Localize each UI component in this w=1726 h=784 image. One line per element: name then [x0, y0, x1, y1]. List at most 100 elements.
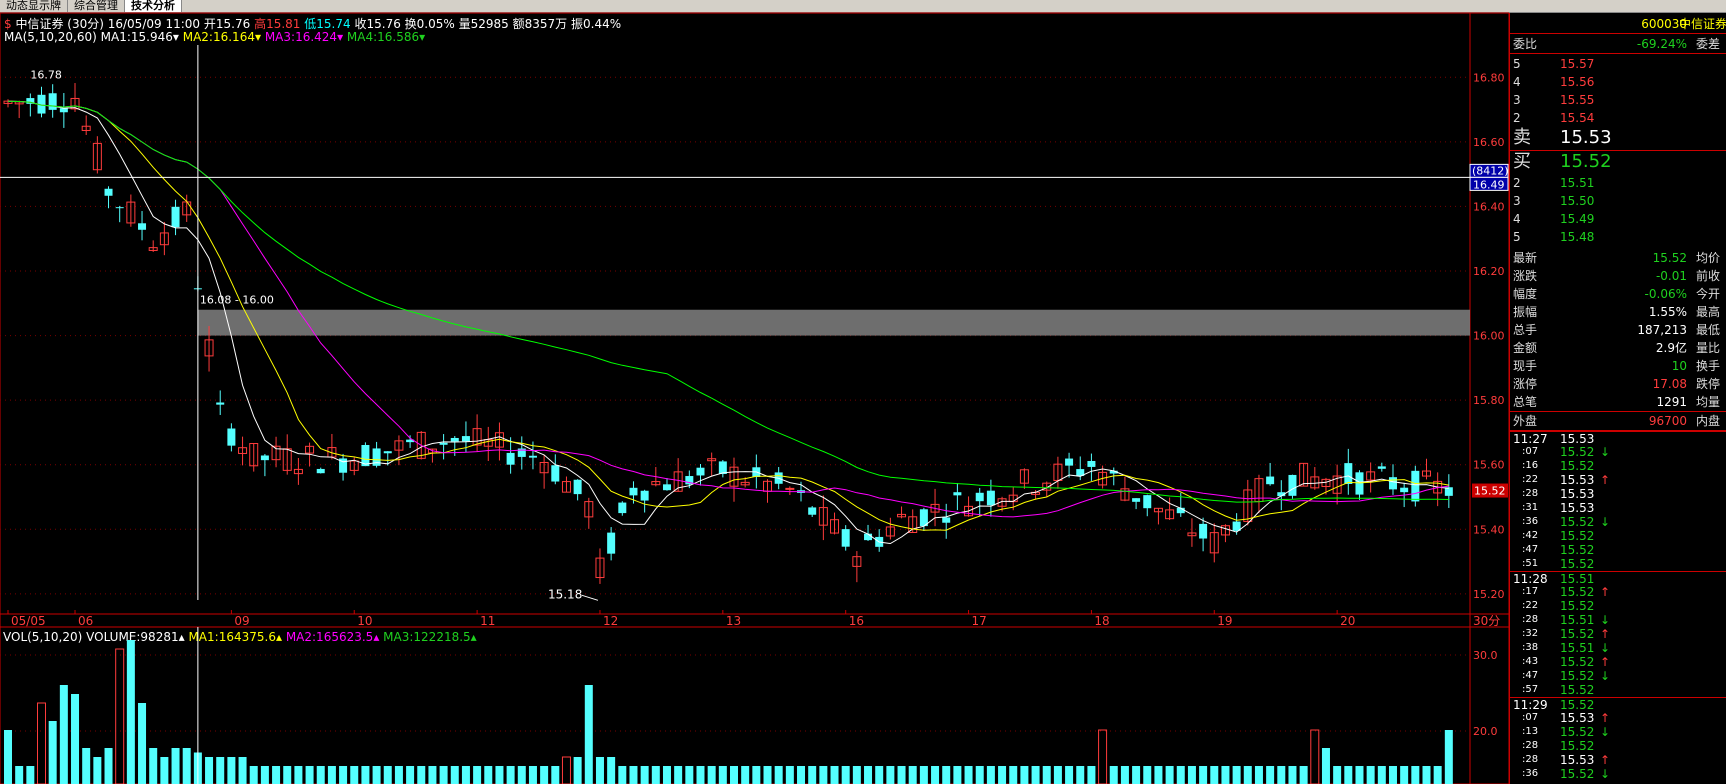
tick-price: 15.52	[1560, 683, 1595, 697]
candle-body	[573, 479, 582, 495]
volume-bar	[182, 748, 191, 784]
volume-bar	[561, 756, 571, 784]
tick-arrow-icon: ↑	[1600, 627, 1611, 641]
tick-price: 15.52	[1560, 739, 1595, 753]
stat-value: 1291	[1656, 395, 1687, 409]
tick-arrow-icon: ↓	[1600, 725, 1611, 739]
volume-bar	[1422, 766, 1431, 784]
stat-value: -0.01	[1655, 269, 1687, 283]
tick-time: 11:27	[1513, 432, 1548, 446]
stat-label-right: 换手	[1696, 359, 1721, 373]
volume-bar	[260, 766, 269, 784]
candle-body	[383, 451, 392, 454]
volume-bar	[439, 766, 448, 784]
date-label: 18	[1094, 614, 1109, 628]
tick-row: :22 15.53 ↑	[1510, 473, 1726, 487]
volume-bar	[1277, 766, 1286, 784]
tick-row: :51 15.52	[1510, 557, 1726, 571]
volume-bar	[852, 766, 861, 784]
candle-body	[841, 529, 850, 547]
candle-body	[1087, 460, 1096, 467]
volume-bar	[316, 766, 325, 784]
candle-body	[1065, 458, 1074, 466]
tick-time: :42	[1522, 530, 1539, 541]
candle-body	[551, 465, 560, 482]
stat-value: 1.55%	[1648, 305, 1687, 319]
volume-bar	[71, 694, 80, 784]
buy-price: 15.48	[1560, 230, 1595, 244]
diff-label: 委差	[1696, 37, 1721, 51]
volume-bar	[662, 766, 671, 784]
stat-row-8: 总笔 1291 均量	[1510, 393, 1726, 411]
candle-body	[986, 490, 995, 506]
candle-body	[953, 492, 962, 496]
sell1-price: 15.53	[1560, 127, 1612, 148]
stat-row-3: 振幅 1.55% 最高	[1510, 303, 1726, 321]
price-tick-label: 16.40	[1473, 200, 1505, 213]
volume-bar	[942, 766, 951, 784]
tick-time: :16	[1522, 460, 1539, 471]
kline-chart[interactable]: 16.80 16.60 16.40 16.20 16.00 15.80 15.60 15.40…	[0, 0, 1509, 784]
vol-tick-label: 30.0	[1473, 649, 1498, 662]
candle-body	[1377, 466, 1386, 469]
sell-price: 15.54	[1560, 111, 1595, 125]
volume-bar	[919, 766, 928, 784]
date-label: 10	[357, 614, 372, 628]
buy-row-3: 3 15.50	[1510, 192, 1726, 210]
volume-bar	[651, 766, 660, 784]
tick-row: :16 15.52	[1510, 459, 1726, 473]
price-tick-label: 16.60	[1473, 136, 1505, 149]
tick-price: 15.53	[1560, 473, 1595, 487]
price-tick-label: 15.20	[1473, 588, 1505, 601]
buy-row-2: 2 15.51	[1510, 174, 1726, 192]
candle-body	[461, 436, 470, 442]
tick-arrow-icon: ↓	[1600, 445, 1611, 459]
candle-body	[1388, 477, 1397, 490]
volume-bar	[26, 766, 35, 784]
stock-name: 中信证券	[1678, 17, 1726, 31]
volume-bar	[1355, 766, 1364, 784]
tick-price: 15.53	[1560, 432, 1595, 446]
low-mark-pointer	[581, 594, 599, 601]
stat-row-5: 金额 2.9亿 量比	[1510, 339, 1726, 357]
sell-level: 2	[1513, 111, 1521, 125]
volume-bar	[1377, 766, 1386, 784]
price-tick-label: 16.80	[1473, 71, 1505, 84]
volume-bar	[540, 766, 549, 784]
inner-label: 内盘	[1696, 414, 1721, 428]
volume-bar	[506, 766, 515, 784]
tick-time: :28	[1522, 740, 1539, 751]
tick-price: 15.51	[1560, 641, 1595, 655]
volume-bar	[115, 648, 125, 784]
candle-body	[1344, 463, 1353, 484]
date-label: 12	[603, 614, 618, 628]
volume-bar	[763, 766, 772, 784]
candle-body	[629, 487, 638, 496]
candle-body	[607, 532, 616, 554]
volume-bar	[998, 766, 1007, 784]
tick-arrow-icon: ↓	[1600, 767, 1611, 781]
quote-panel: 600030 中信证券 委比 -69.24% 委差 5 15.57 4 15.56 3 1…	[1509, 13, 1726, 784]
candle-body	[975, 492, 984, 502]
candle-body	[1400, 487, 1409, 493]
date-label: 13	[726, 614, 741, 628]
buy-level: 2	[1513, 176, 1521, 190]
volume-bar	[897, 766, 906, 784]
candle-body	[808, 507, 817, 515]
volume-bar	[1031, 766, 1040, 784]
tick-price: 15.52	[1560, 515, 1595, 529]
tick-row: :47 15.52	[1510, 543, 1726, 557]
volume-bar	[428, 766, 437, 784]
tick-time: :22	[1522, 600, 1539, 611]
volume-bar	[37, 702, 47, 784]
volume-bar	[294, 766, 303, 784]
tick-price: 15.52	[1560, 599, 1595, 613]
buy1-price: 15.52	[1560, 151, 1612, 172]
candle-body	[48, 93, 57, 110]
tick-price: 15.52	[1560, 725, 1595, 739]
volume-bar	[685, 766, 694, 784]
volume-bar	[227, 757, 236, 784]
volume-bar	[59, 685, 68, 784]
stat-label-right: 均量	[1696, 395, 1721, 409]
volume-bar	[1299, 766, 1308, 784]
